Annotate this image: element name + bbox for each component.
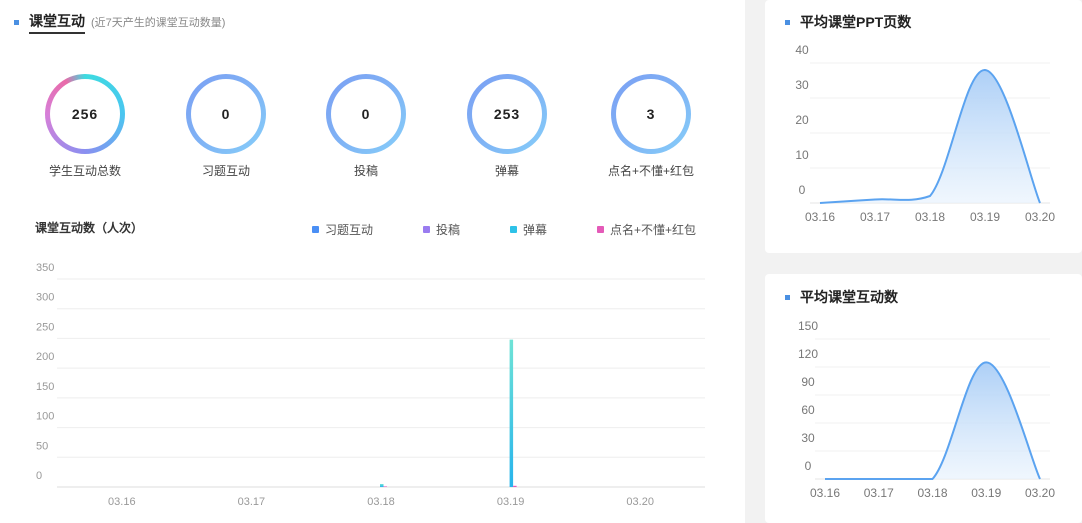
classroom-interaction-panel: 课堂互动 (近7天产生的课堂互动数量) 256 学生互动总数 0 习题互动 0 … xyxy=(0,0,745,523)
y-tick-label: 0 xyxy=(805,459,812,473)
y-tick-label: 60 xyxy=(801,403,815,417)
x-tick-label: 03.19 xyxy=(497,496,525,508)
y-tick-label: 0 xyxy=(36,470,42,482)
x-tick-label: 03.19 xyxy=(971,486,1001,500)
x-tick-label: 03.18 xyxy=(917,486,947,500)
interaction-bar-chart: 0 50 100 150 200 250 300 350 03.16 03.17 03.18 03.1… xyxy=(36,262,705,508)
y-tick-label: 150 xyxy=(36,381,54,393)
y-tick-label: 10 xyxy=(795,148,809,162)
y-tick-label: 30 xyxy=(801,431,815,445)
y-tick-label: 0 xyxy=(799,183,806,197)
y-tick-label: 250 xyxy=(36,321,54,333)
avg-interaction-card: 平均课堂互动数 0 30 60 90 120 150 03.16 03.17 03.18 03.1… xyxy=(765,274,1082,523)
x-tick-label: 03.16 xyxy=(810,486,840,500)
area-fill xyxy=(820,69,1040,203)
avg-ppt-area-chart: 0 10 20 30 40 03.16 03.17 03.18 03.19 03.20 xyxy=(795,43,1055,224)
avg-interaction-area-chart: 0 30 60 90 120 150 03.16 03.17 03.18 03.19 03.20 xyxy=(798,319,1055,500)
bar xyxy=(509,339,514,487)
y-tick-label: 120 xyxy=(798,347,818,361)
x-tick-label: 03.18 xyxy=(915,210,945,224)
x-tick-label: 03.17 xyxy=(238,496,266,508)
x-tick-label: 03.20 xyxy=(1025,486,1055,500)
bar xyxy=(513,485,517,487)
x-tick-label: 03.20 xyxy=(626,496,654,508)
x-tick-label: 03.19 xyxy=(970,210,1000,224)
x-tick-label: 03.17 xyxy=(860,210,890,224)
bar xyxy=(380,484,384,487)
y-tick-label: 30 xyxy=(795,78,809,92)
x-tick-label: 03.17 xyxy=(864,486,894,500)
x-tick-label: 03.20 xyxy=(1025,210,1055,224)
y-tick-label: 200 xyxy=(36,351,54,363)
y-tick-label: 90 xyxy=(801,375,815,389)
area-fill xyxy=(825,362,1040,479)
x-tick-label: 03.18 xyxy=(367,496,395,508)
y-tick-label: 20 xyxy=(795,113,809,127)
y-tick-label: 150 xyxy=(798,319,818,333)
y-tick-label: 300 xyxy=(36,292,54,304)
x-tick-label: 03.16 xyxy=(805,210,835,224)
bar xyxy=(383,486,387,487)
avg-ppt-pages-card: 平均课堂PPT页数 0 10 20 30 40 03.16 03.17 03.18 03.19 0… xyxy=(765,0,1082,253)
y-tick-label: 350 xyxy=(36,262,54,274)
y-tick-label: 50 xyxy=(36,440,48,452)
y-tick-label: 40 xyxy=(795,43,809,57)
y-tick-label: 100 xyxy=(36,411,54,423)
x-tick-label: 03.16 xyxy=(108,496,136,508)
